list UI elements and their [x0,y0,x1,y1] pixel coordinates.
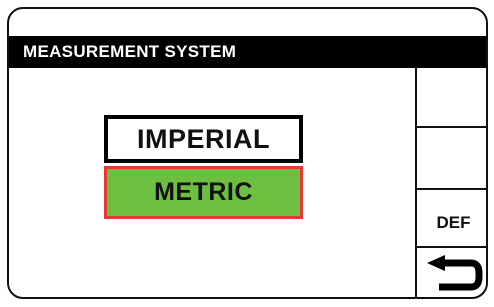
side-button-panel: DEF [415,68,486,297]
back-button[interactable] [417,248,486,297]
default-button[interactable]: DEF [417,190,486,246]
return-arrow-icon [426,254,482,290]
side-divider [417,126,486,128]
imperial-option-button[interactable]: IMPERIAL [104,115,303,163]
device-screen: MEASUREMENT SYSTEM IMPERIAL METRIC DEF [7,7,488,299]
page-title: MEASUREMENT SYSTEM [9,36,486,68]
metric-option-button[interactable]: METRIC [104,166,303,219]
